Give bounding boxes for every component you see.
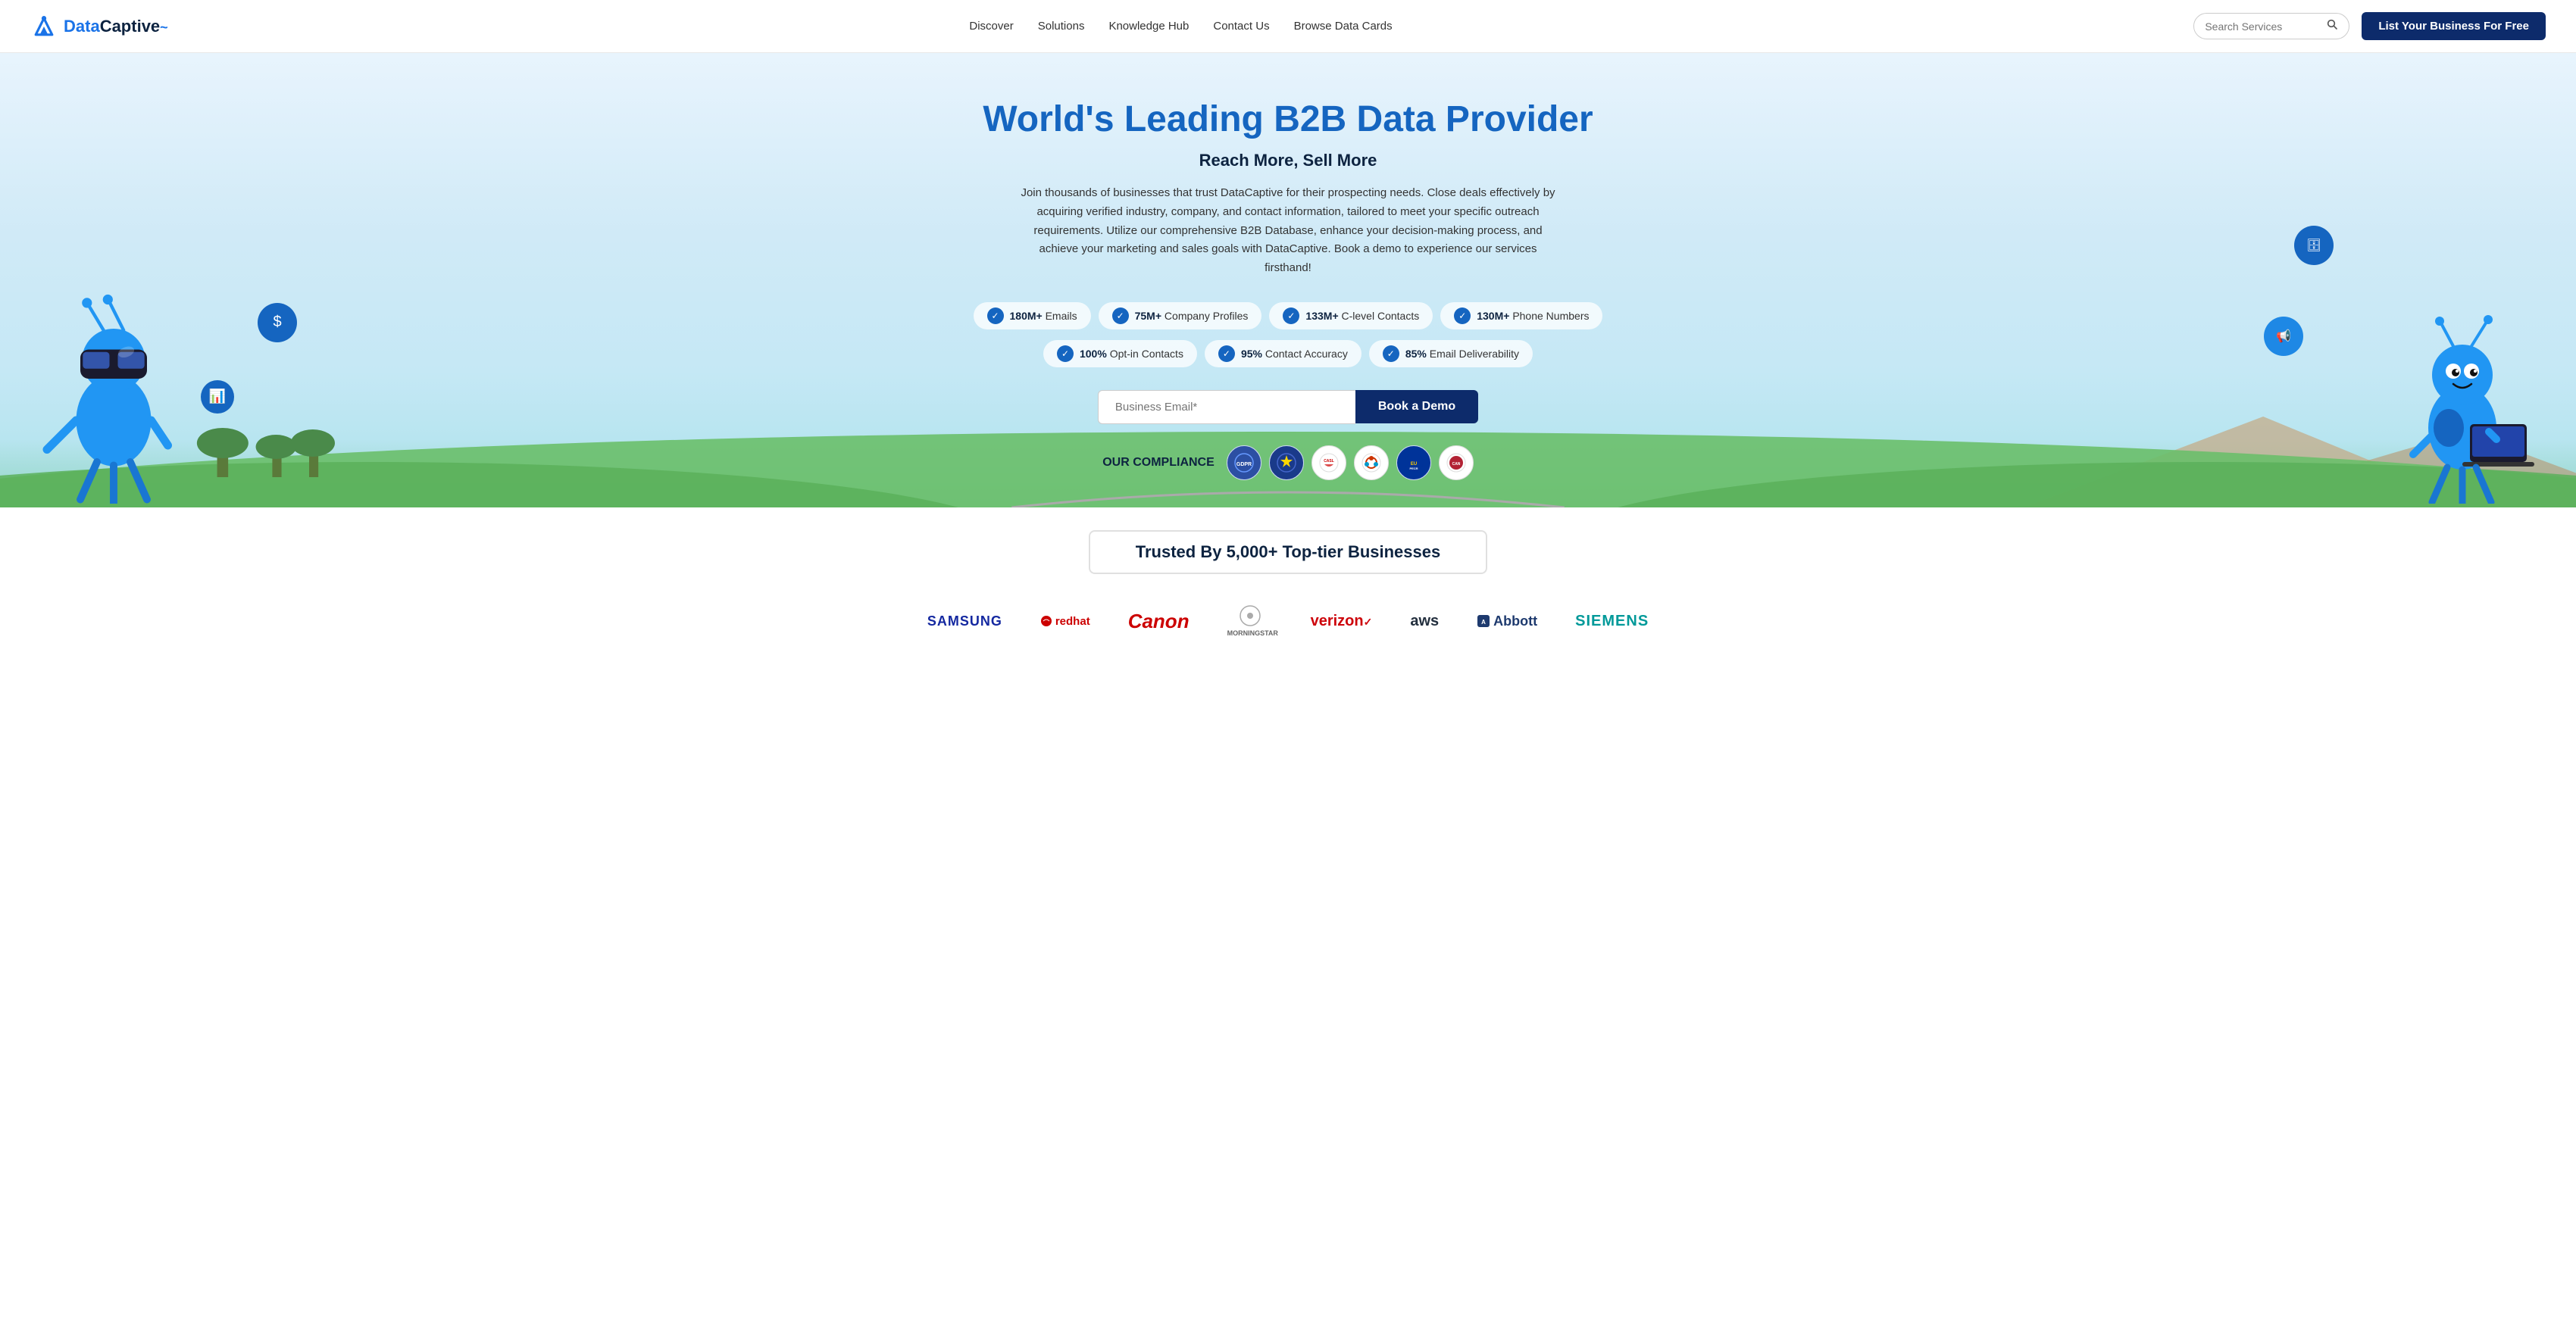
hero-headline: World's Leading B2B Data Provider <box>15 98 2561 140</box>
nav-knowledge-hub[interactable]: Knowledge Hub <box>1108 20 1189 33</box>
stat-clevel: ✓ 133M+ C-level Contacts <box>1269 302 1433 329</box>
verizon-logo: verizon✓ <box>1311 613 1373 630</box>
search-button[interactable] <box>2326 18 2338 34</box>
nav-contact[interactable]: Contact Us <box>1213 20 1269 33</box>
stat-deliverability: ✓ 85% Email Deliverability <box>1369 340 1533 367</box>
redhat-logo: redhat <box>1040 615 1090 628</box>
svg-text:PECR: PECR <box>1409 467 1418 470</box>
email-input[interactable] <box>1098 390 1355 424</box>
svg-text:A: A <box>1481 619 1486 626</box>
casl-badge: CASL <box>1311 445 1346 480</box>
stat-optin: ✓ 100% Opt-in Contacts <box>1043 340 1197 367</box>
siemens-logo: SIEMENS <box>1575 613 1649 630</box>
hero-body: Join thousands of businesses that trust … <box>1015 184 1561 278</box>
compliance-badges: GDPR CASL <box>1227 445 1474 480</box>
nav-discover[interactable]: Discover <box>969 20 1013 33</box>
trusted-section: Trusted By 5,000+ Top-tier Businesses SA… <box>0 507 2576 676</box>
ccpa-badge <box>1269 445 1304 480</box>
svg-text:CASL: CASL <box>1324 459 1334 464</box>
stat-accuracy: ✓ 95% Contact Accuracy <box>1205 340 1361 367</box>
trusted-box: Trusted By 5,000+ Top-tier Businesses <box>1089 530 1487 574</box>
nav-browse[interactable]: Browse Data Cards <box>1294 20 1393 33</box>
search-box <box>2193 13 2349 39</box>
morningstar-logo: MORNINGSTAR <box>1227 604 1273 638</box>
stats-row2: ✓ 100% Opt-in Contacts ✓ 95% Contact Acc… <box>15 340 2561 367</box>
svg-text:CAN: CAN <box>1452 462 1460 467</box>
book-demo-button[interactable]: Book a Demo <box>1355 390 1478 423</box>
nav-right: List Your Business For Free <box>2193 12 2546 40</box>
check-icon: ✓ <box>1454 307 1471 324</box>
canon-logo: Canon <box>1128 610 1190 633</box>
stats-row1: ✓ 180M+ Emails ✓ 75M+ Company Profiles ✓… <box>15 302 2561 329</box>
check-icon: ✓ <box>987 307 1004 324</box>
check-icon: ✓ <box>1218 345 1235 362</box>
navbar: DataCaptive~ Discover Solutions Knowledg… <box>0 0 2576 53</box>
trusted-text: Trusted By 5,000+ Top-tier Businesses <box>1136 542 1440 562</box>
hero-subheadline: Reach More, Sell More <box>15 151 2561 170</box>
check-icon: ✓ <box>1283 307 1299 324</box>
list-business-button[interactable]: List Your Business For Free <box>2362 12 2546 40</box>
nav-solutions[interactable]: Solutions <box>1038 20 1085 33</box>
demo-form: Book a Demo <box>15 390 2561 424</box>
samsung-logo: SAMSUNG <box>927 613 1002 629</box>
can-spam-badge: CAN <box>1439 445 1474 480</box>
abbott-logo: A Abbott <box>1477 613 1537 629</box>
stat-company: ✓ 75M+ Company Profiles <box>1099 302 1262 329</box>
hero-section: $ 📊 🗄 📢 <box>0 53 2576 507</box>
compliance-label: OUR COMPLIANCE <box>1102 456 1215 470</box>
search-input[interactable] <box>2205 20 2326 33</box>
check-icon: ✓ <box>1112 307 1129 324</box>
aws-logo: aws <box>1410 613 1439 630</box>
logo[interactable]: DataCaptive~ <box>30 13 168 40</box>
pecr-badge: EU PECR <box>1396 445 1431 480</box>
stat-emails: ✓ 180M+ Emails <box>974 302 1091 329</box>
popi-badge <box>1354 445 1389 480</box>
svg-text:GDPR: GDPR <box>1236 462 1252 467</box>
check-icon: ✓ <box>1057 345 1074 362</box>
compliance-row: OUR COMPLIANCE GDPR <box>15 445 2561 480</box>
logo-icon <box>30 13 58 40</box>
logo-text: DataCaptive~ <box>64 17 168 36</box>
check-icon: ✓ <box>1383 345 1399 362</box>
brand-logos: SAMSUNG redhat Canon MORNINGSTAR verizon… <box>15 597 2561 660</box>
gdpr-badge: GDPR <box>1227 445 1261 480</box>
nav-links: Discover Solutions Knowledge Hub Contact… <box>969 20 1392 33</box>
stat-phone: ✓ 130M+ Phone Numbers <box>1440 302 1602 329</box>
